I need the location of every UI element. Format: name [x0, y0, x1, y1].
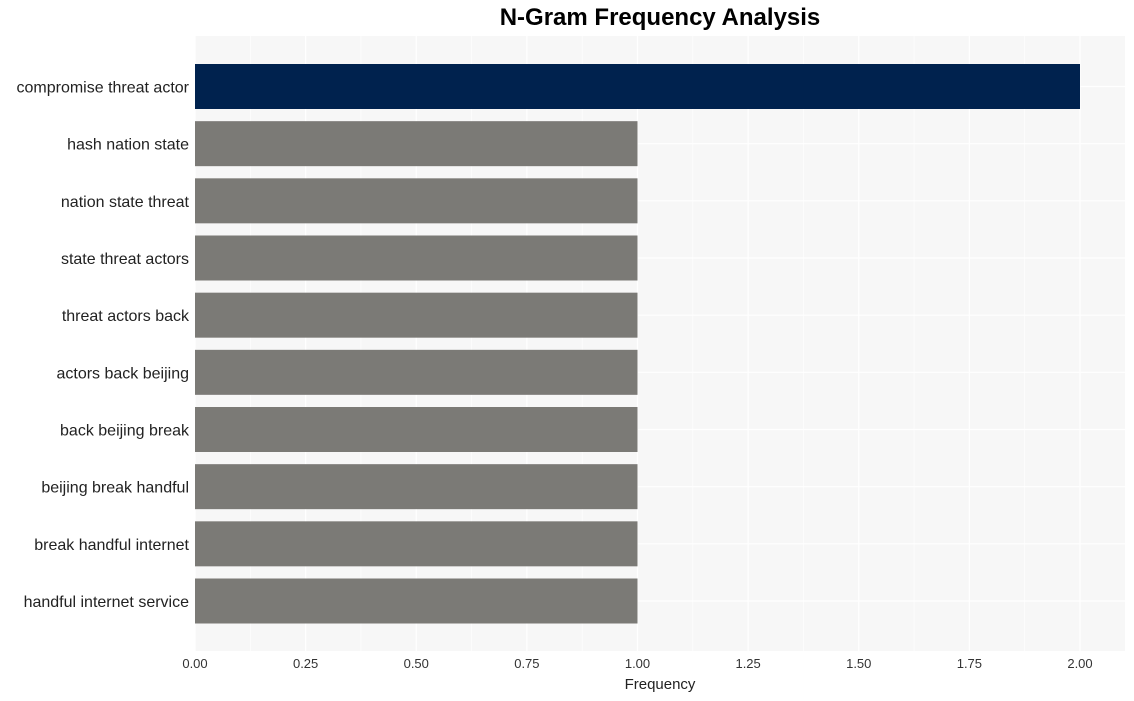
bar-state-threat-actors: [195, 235, 638, 281]
x-tick-label: 0.50: [404, 656, 429, 671]
x-axis-title: Frequency: [625, 676, 696, 693]
y-tick-label: actors back beijing: [56, 365, 189, 382]
y-tick-label: compromise threat actor: [16, 80, 189, 97]
bar-nation-state-threat: [195, 178, 638, 224]
y-axis-labels: compromise threat actor hash nation state…: [16, 80, 190, 612]
y-tick-label: nation state threat: [61, 194, 190, 211]
bar-break-handful-internet: [195, 521, 638, 567]
bar-beijing-break-handful: [195, 464, 638, 510]
x-tick-label: 1.25: [735, 656, 760, 671]
x-tick-label: 0.75: [514, 656, 539, 671]
bar-hash-nation-state: [195, 121, 638, 167]
y-tick-label: beijing break handful: [41, 480, 189, 497]
x-tick-label: 0.25: [293, 656, 318, 671]
y-tick-label: state threat actors: [61, 251, 189, 268]
y-tick-label: threat actors back: [62, 308, 190, 325]
x-tick-label: 1.75: [957, 656, 982, 671]
y-tick-label: break handful internet: [34, 537, 189, 554]
x-tick-label: 1.00: [625, 656, 650, 671]
x-tick-label: 2.00: [1067, 656, 1092, 671]
y-tick-label: handful internet service: [24, 594, 190, 611]
y-tick-label: hash nation state: [67, 137, 189, 154]
bar-threat-actors-back: [195, 292, 638, 338]
x-axis-ticks: 0.00 0.25 0.50 0.75 1.00 1.25 1.50 1.75 2.00: [182, 656, 1092, 671]
x-tick-label: 0.00: [182, 656, 207, 671]
x-tick-label: 1.50: [846, 656, 871, 671]
bar-compromise-threat-actor: [195, 64, 1080, 109]
bar-chart: compromise threat actor hash nation state…: [16, 36, 1125, 693]
y-tick-label: back beijing break: [60, 423, 190, 440]
bar-actors-back-beijing: [195, 349, 638, 395]
bar-handful-internet-service: [195, 578, 638, 624]
bar-back-beijing-break: [195, 407, 638, 452]
